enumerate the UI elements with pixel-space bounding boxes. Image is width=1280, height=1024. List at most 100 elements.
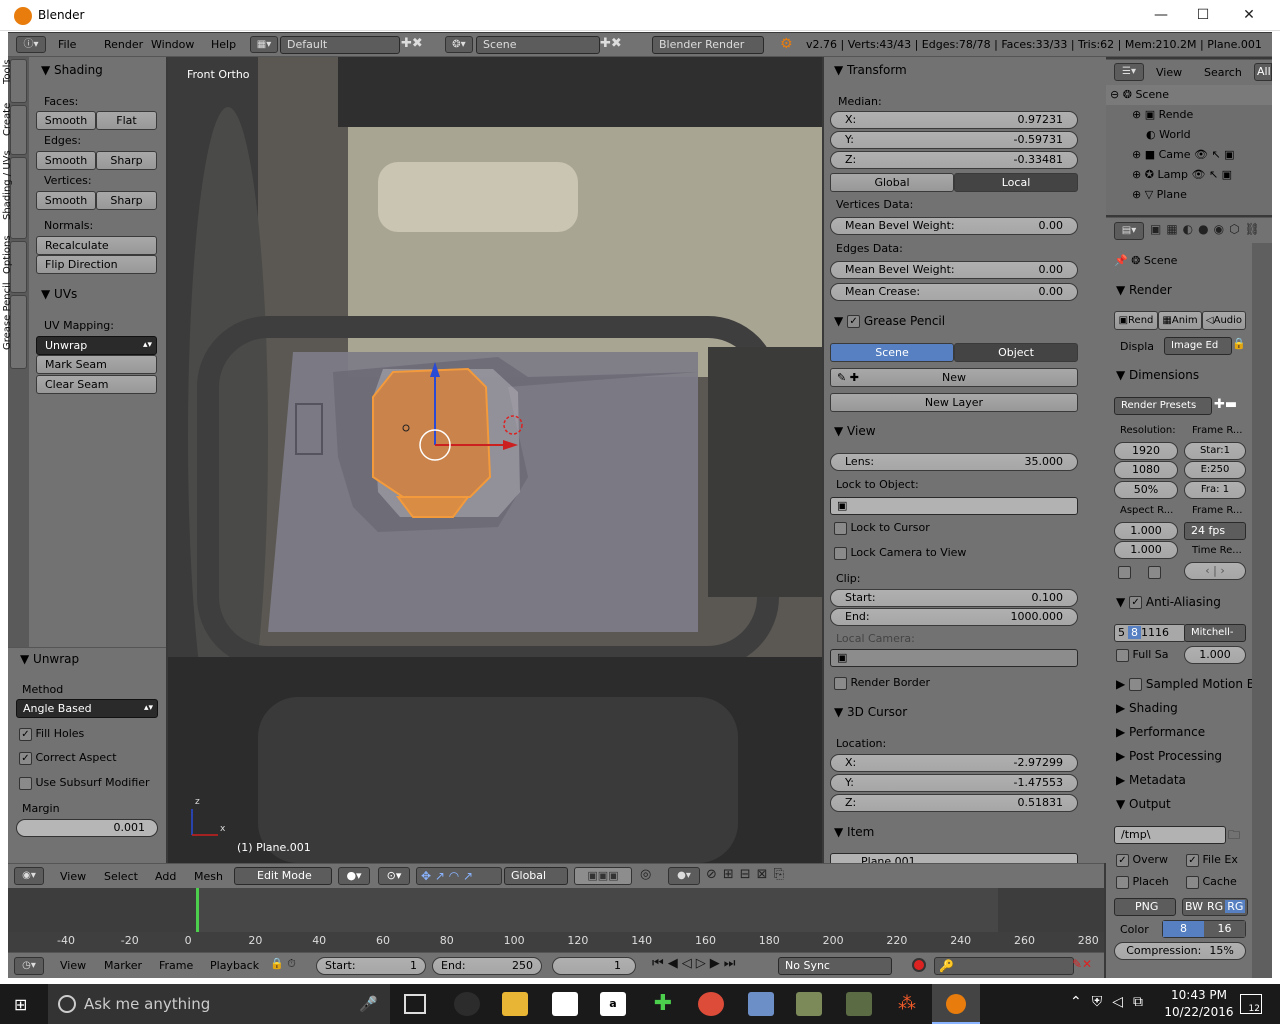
overwrite-checkbox[interactable]: ✓ Overw (1116, 853, 1168, 867)
transform-panel-title[interactable]: ▼ Transform (834, 63, 907, 77)
store-icon[interactable] (552, 992, 578, 1016)
scene-field[interactable]: Scene (476, 36, 600, 54)
outliner-item-scene[interactable]: ⊖ ❂ Scene (1110, 88, 1169, 101)
app-icon-image-1[interactable] (796, 992, 822, 1016)
vertices-sharp-button[interactable]: Sharp (96, 191, 157, 210)
pivot-point-icon[interactable]: ⊙▾ (378, 867, 410, 885)
compression-slider[interactable]: Compression: 15% (1114, 942, 1246, 960)
info-editor-type-icon[interactable]: ⓘ▾ (16, 36, 46, 53)
outliner-menu-view[interactable]: View (1156, 66, 1182, 79)
frame-step-field[interactable]: Fra: 1 (1184, 481, 1246, 499)
full-sample-checkbox[interactable]: Full Sa (1116, 648, 1169, 662)
median-x-field[interactable]: X: 0.97231 (830, 111, 1078, 129)
fill-holes-checkbox[interactable]: ✓ Fill Holes (19, 727, 84, 741)
menu-help[interactable]: Help (211, 38, 236, 51)
post-processing-section-title[interactable]: ▶ Post Processing (1116, 749, 1222, 763)
folder-icon[interactable]: 🗀 (1228, 826, 1246, 844)
color-depth-selector[interactable]: 8 16 (1162, 920, 1246, 938)
output-path-field[interactable]: /tmp\ (1114, 826, 1226, 844)
viewport-menu-mesh[interactable]: Mesh (194, 870, 223, 883)
clock-time[interactable]: 10:43 PM (1166, 988, 1232, 1002)
3d-cursor-panel-title[interactable]: ▼ 3D Cursor (834, 705, 907, 719)
outliner-item-world[interactable]: ◐ World (1146, 128, 1191, 141)
time-remap-field[interactable]: ‹ | › (1184, 562, 1246, 580)
color-mode-selector[interactable]: BW RG RG (1182, 898, 1248, 916)
timeline[interactable]: -40 -20 0 20 40 60 80 100 120 140 160 180 200 220 240 2… (8, 888, 1104, 952)
render-audio-button[interactable]: ◁Audio (1202, 311, 1246, 330)
task-view-icon[interactable] (404, 994, 426, 1014)
cursor-y-field[interactable]: Y: -1.47553 (830, 774, 1078, 792)
outliner-item-plane[interactable]: ⊕ ▽ Plane (1132, 188, 1187, 202)
timeline-menu-playback[interactable]: Playback (210, 959, 259, 972)
viewport-menu-view[interactable]: View (60, 870, 86, 883)
app-icon-plus[interactable]: ✚ (650, 992, 676, 1016)
performance-section-title[interactable]: ▶ Performance (1116, 725, 1205, 739)
unwrap-menu[interactable]: Unwrap ▴▾ (36, 336, 157, 355)
edges-smooth-button[interactable]: Smooth (36, 151, 96, 170)
timeline-end-field[interactable]: End: 250 (432, 957, 542, 975)
lock-to-cursor-checkbox[interactable]: Lock to Cursor (834, 521, 930, 535)
item-panel-title[interactable]: ▼ Item (834, 825, 874, 839)
render-animation-button[interactable]: ▦Anim (1158, 311, 1202, 330)
cortana-search-box[interactable]: Ask me anything 🎤 (48, 984, 390, 1024)
lock-interface-icon[interactable]: 🔒 (1232, 337, 1246, 355)
resolution-percent-slider[interactable]: 50% (1114, 481, 1178, 499)
preview-range-icons[interactable]: 🔒 ⏱ (270, 957, 308, 975)
presets-add-remove-icon[interactable]: ✚▬ (1214, 397, 1248, 415)
amazon-icon[interactable]: a (600, 992, 626, 1016)
render-engine-dropdown[interactable]: Blender Render (652, 36, 764, 54)
output-panel-title[interactable]: ▼ Output (1116, 797, 1171, 811)
microphone-icon[interactable]: 🎤 (359, 984, 378, 1024)
timeline-menu-frame[interactable]: Frame (159, 959, 193, 972)
system-tray-icons[interactable]: ⌃⛨◁⧉ (1070, 994, 1153, 1010)
outliner-menu-search[interactable]: Search (1204, 66, 1242, 79)
uvs-panel-title[interactable]: ▼ UVs (41, 287, 77, 301)
maximize-button[interactable]: ☐ (1180, 0, 1226, 31)
gp-new-button[interactable]: ✎ ✚ New (830, 368, 1078, 387)
resolution-x-field[interactable]: 1920 (1114, 442, 1178, 460)
clock-date[interactable]: 10/22/2016 (1162, 1005, 1236, 1019)
gp-object-toggle[interactable]: Object (954, 343, 1078, 362)
viewport-shading-icon[interactable]: ●▾ (338, 867, 370, 885)
windows-start-icon[interactable]: ⊞ (14, 996, 32, 1014)
shading-section-title[interactable]: ▶ Shading (1116, 701, 1178, 715)
metadata-section-title[interactable]: ▶ Metadata (1116, 773, 1186, 787)
app-icon-paint[interactable] (748, 992, 774, 1016)
cursor-z-field[interactable]: Z: 0.51831 (830, 794, 1078, 812)
snap-icon[interactable]: ●▾ (668, 867, 700, 885)
orientation-dropdown[interactable]: Global (504, 867, 568, 885)
median-z-field[interactable]: Z: -0.33481 (830, 151, 1078, 169)
anti-aliasing-panel-title[interactable]: ▼ ✓ Anti-Aliasing (1116, 595, 1221, 609)
scene-add-remove-icon[interactable]: ✚✖ (600, 36, 634, 53)
cache-checkbox[interactable]: Cache (1186, 875, 1237, 889)
app-icon-dots[interactable]: ⁂ (894, 992, 920, 1016)
tab-grease-pencil[interactable]: Grease Pencil (2, 282, 27, 369)
outliner-item-camera[interactable]: ⊕ ■ Came 👁 ↖ ▣ (1132, 148, 1235, 161)
blender-taskbar-button[interactable] (932, 984, 980, 1024)
median-y-field[interactable]: Y: -0.59731 (830, 131, 1078, 149)
chrome-icon[interactable] (698, 992, 724, 1016)
use-subsurf-checkbox[interactable]: Use Subsurf Modifier (19, 776, 150, 790)
aspect-y-field[interactable]: 1.000 (1114, 541, 1178, 559)
flip-direction-button[interactable]: Flip Direction (36, 255, 157, 274)
border-crop-checkboxes[interactable] (1118, 565, 1162, 579)
outliner-item-render[interactable]: ⊕ ▣ Rende (1132, 108, 1193, 121)
display-dropdown[interactable]: Image Ed (1164, 337, 1232, 355)
resolution-y-field[interactable]: 1080 (1114, 461, 1178, 479)
correct-aspect-checkbox[interactable]: ✓ Correct Aspect (19, 751, 117, 765)
outliner-filter-dropdown[interactable]: All (1254, 63, 1272, 81)
recalculate-button[interactable]: Recalculate (36, 236, 157, 255)
viewport-menu-add[interactable]: Add (155, 870, 176, 883)
layout-add-remove-icon[interactable]: ✚✖ (401, 36, 435, 53)
app-icon-camera[interactable] (454, 992, 480, 1016)
keying-set-field[interactable]: 🔑 (934, 957, 1074, 975)
mode-dropdown[interactable]: Edit Mode (234, 867, 332, 885)
clear-seam-button[interactable]: Clear Seam (36, 375, 157, 394)
item-name-field[interactable]: Plane.001 (830, 853, 1078, 863)
placeholders-checkbox[interactable]: Placeh (1116, 875, 1169, 889)
lock-camera-checkbox[interactable]: Lock Camera to View (834, 546, 966, 560)
grease-pencil-panel-title[interactable]: ▼ ✓ Grease Pencil (834, 314, 945, 328)
mark-seam-button[interactable]: Mark Seam (36, 355, 157, 374)
current-frame-marker[interactable] (196, 888, 199, 933)
motion-blur-panel-title[interactable]: ▶ Sampled Motion Bl (1116, 677, 1252, 691)
